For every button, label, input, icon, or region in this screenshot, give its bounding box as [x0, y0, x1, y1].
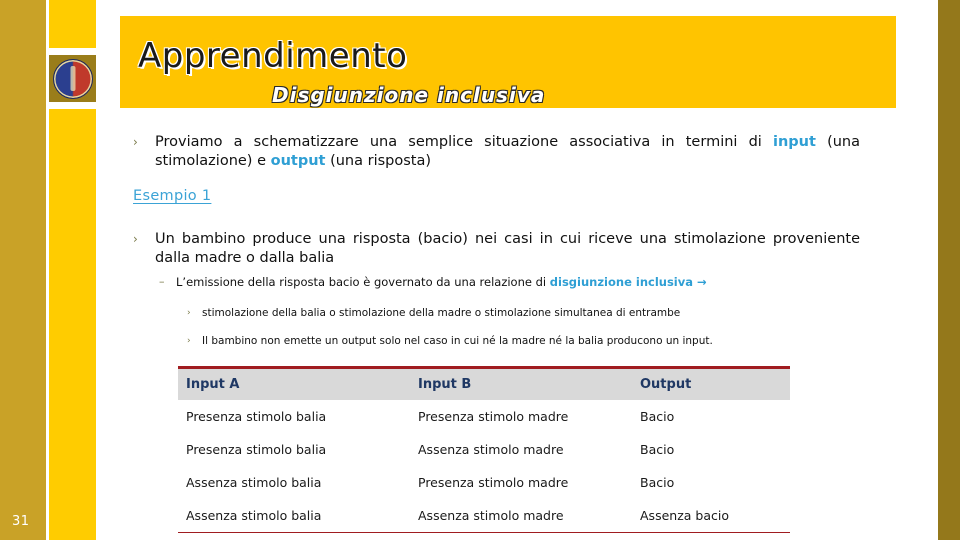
bullet-item-2: › Un bambino produce una risposta (bacio)…: [133, 230, 860, 268]
table-cell-output: Assenza bacio: [640, 508, 729, 523]
table-cell-input-b: Assenza stimolo madre: [418, 508, 564, 523]
table-cell-output: Bacio: [640, 442, 675, 457]
table-row: Assenza stimolo balia Presenza stimolo m…: [178, 466, 790, 499]
table-header-output: Output: [640, 377, 692, 392]
table-cell-input-b: Presenza stimolo madre: [418, 475, 569, 490]
sub-bullet-item-2: › stimolazione della balia o stimolazione…: [187, 306, 852, 321]
table-row: Presenza stimolo balia Assenza stimolo m…: [178, 433, 790, 466]
sub-bullet-1-text: L’emissione della risposta bacio è gover…: [176, 275, 550, 289]
sub-bullet-3-text: Il bambino non emette un output solo nel…: [202, 335, 713, 347]
table-header-input-b: Input B: [418, 377, 472, 392]
bullet-1-text-part3: (una risposta): [325, 153, 432, 169]
table-cell-output: Bacio: [640, 475, 675, 490]
table-cell-input-a: Presenza stimolo balia: [186, 442, 327, 457]
esempio-1-link[interactable]: Esempio 1: [133, 188, 211, 204]
bullet-marker-icon: ›: [133, 232, 138, 246]
table-cell-input-b: Assenza stimolo madre: [418, 442, 564, 457]
table-cell-input-a: Presenza stimolo balia: [186, 409, 327, 424]
bullet-marker-icon: ›: [187, 308, 191, 318]
table-header-row: Input A Input B Output: [178, 369, 790, 400]
table-cell-input-b: Presenza stimolo madre: [418, 409, 569, 424]
sub-bullet-item-3: › Il bambino non emette un output solo ne…: [187, 334, 852, 349]
table-cell-input-a: Assenza stimolo balia: [186, 475, 322, 490]
sub-bullet-item-1: – L’emissione della risposta bacio è gove…: [159, 274, 856, 290]
bullet-marker-icon: ›: [133, 135, 138, 149]
bullet-marker-icon: ›: [187, 336, 191, 346]
truth-table: Input A Input B Output Presenza stimolo …: [178, 369, 790, 532]
table-cell-input-a: Assenza stimolo balia: [186, 508, 322, 523]
sub-bullet-2-text: stimolazione della balia o stimolazione …: [202, 307, 681, 319]
keyword-output: output: [270, 153, 326, 169]
dash-marker-icon: –: [159, 275, 165, 288]
keyword-disgiunzione-inclusiva: disgiunzione inclusiva →: [549, 275, 707, 289]
table-cell-output: Bacio: [640, 409, 675, 424]
keyword-input: input: [772, 134, 816, 150]
table-row: Assenza stimolo balia Assenza stimolo ma…: [178, 499, 790, 532]
table-row: Presenza stimolo balia Presenza stimolo …: [178, 400, 790, 433]
bullet-item-1: › Proviamo a schematizzare una semplice s…: [133, 133, 860, 171]
bullet-1-text-part1: Proviamo a schematizzare una semplice si…: [155, 134, 773, 150]
table-header-input-a: Input A: [186, 377, 240, 392]
bullet-2-text: Un bambino produce una risposta (bacio) …: [155, 231, 860, 266]
